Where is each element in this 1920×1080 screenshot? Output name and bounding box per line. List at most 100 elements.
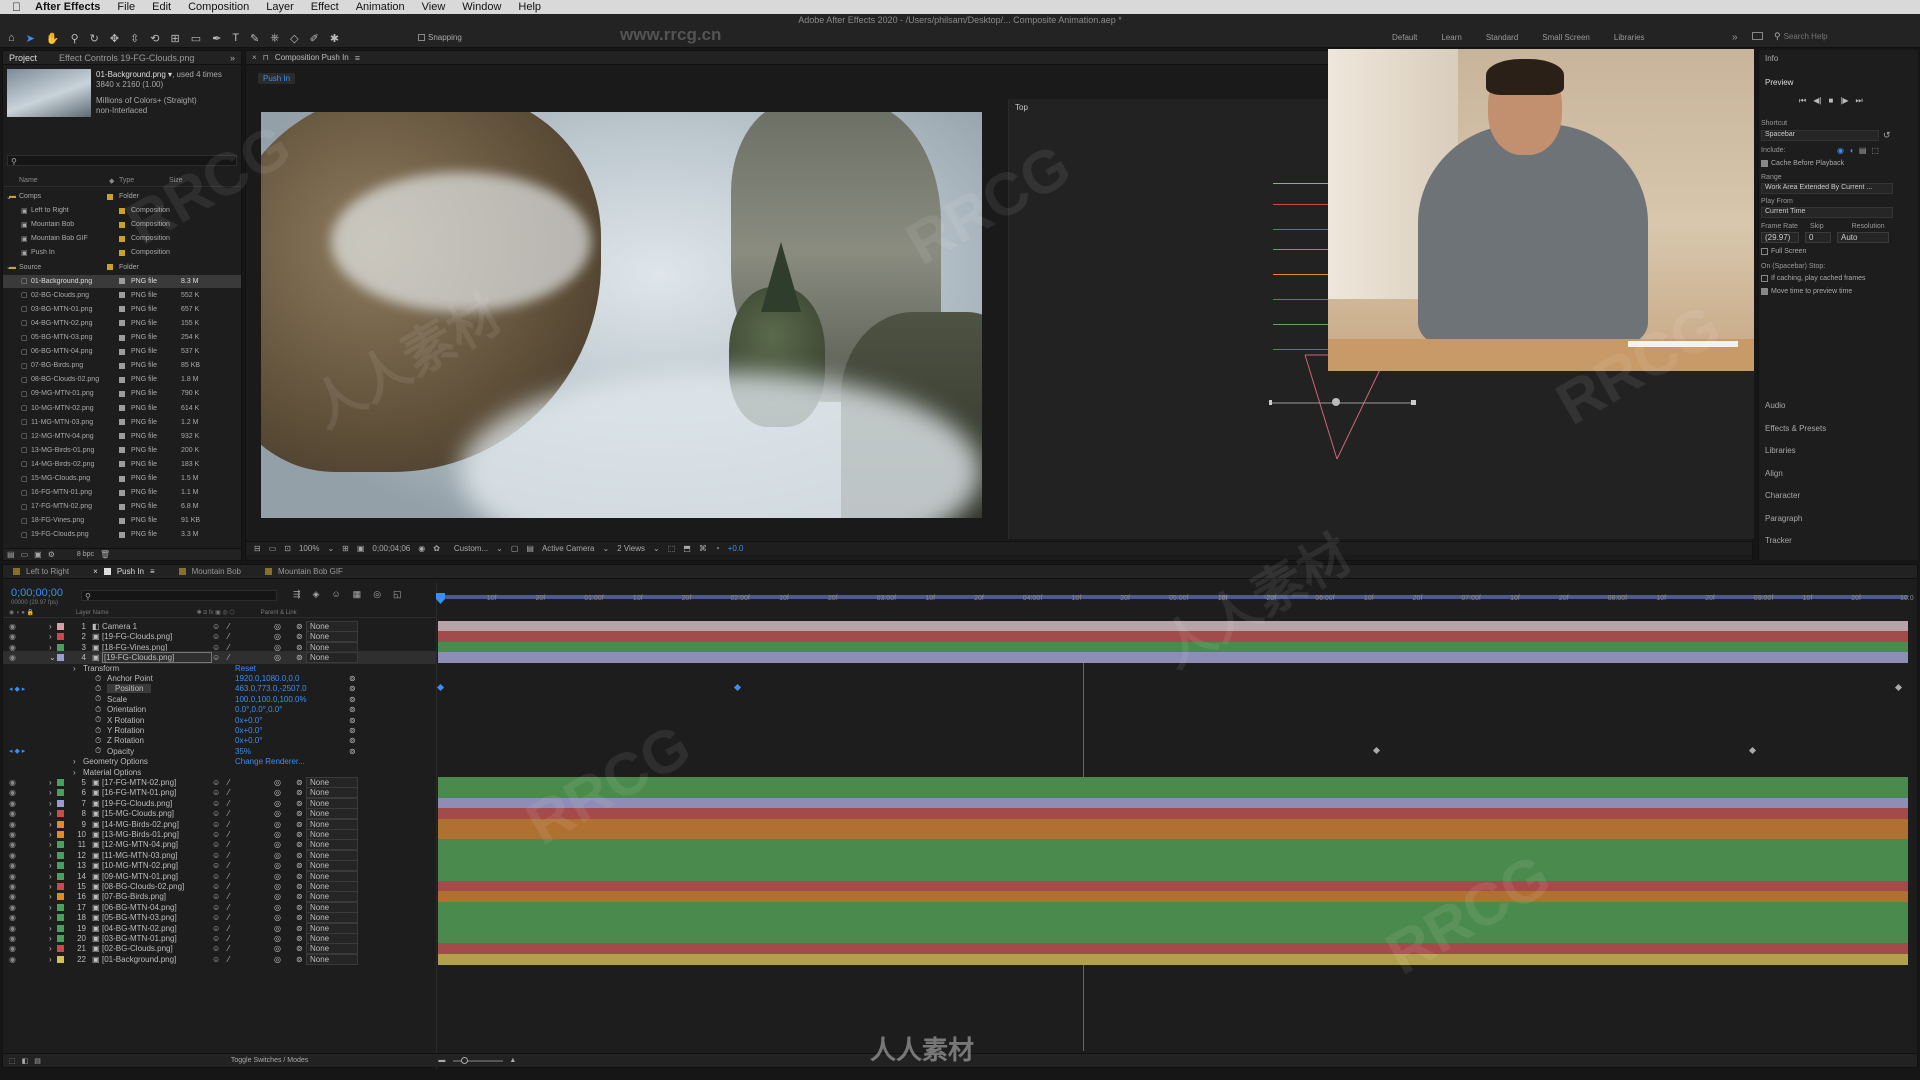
label-color[interactable] <box>119 447 125 454</box>
playhead-handle[interactable] <box>435 593 447 605</box>
keyframe[interactable] <box>733 684 742 692</box>
last-frame-icon[interactable]: ⏭ <box>1856 96 1863 106</box>
frame-blend-icon[interactable]: ▦ <box>353 589 362 600</box>
puppet-pin-icon[interactable]: ✱ <box>330 32 339 45</box>
next-frame-icon[interactable]: |▶ <box>1840 96 1848 106</box>
project-item[interactable]: ▢ 17-FG-MTN-02.png PNG file 6.8 M <box>3 500 241 513</box>
timeline-tab[interactable]: Left to Right <box>3 565 83 579</box>
layer-duration-bar[interactable] <box>438 641 1908 653</box>
project-item[interactable]: ▢ 01-Background.png PNG file 8.3 M <box>3 274 241 288</box>
label-color[interactable] <box>119 348 125 355</box>
menu-layer[interactable]: Layer <box>266 0 294 14</box>
label-color[interactable] <box>119 235 125 242</box>
time-ruler[interactable]: 0f10f20f01:00f10f20f02:00f10f20f03:00f10… <box>438 595 1914 607</box>
brush-tool-icon[interactable]: ✎ <box>250 32 259 45</box>
label-color[interactable] <box>119 278 125 285</box>
col-name[interactable]: Name <box>19 177 109 186</box>
snapshot-icon[interactable]: ◉ <box>418 544 425 553</box>
color-channel-icon[interactable]: ✿ <box>433 544 440 553</box>
col-size[interactable]: Size <box>169 177 183 186</box>
keyframe[interactable] <box>1372 746 1381 754</box>
resolution-select[interactable]: Auto <box>1837 232 1889 243</box>
menu-effect[interactable]: Effect <box>311 0 339 14</box>
project-item[interactable]: ▢ 16-FG-MTN-01.png PNG file 1.1 M <box>3 486 241 499</box>
zoom-out-icon[interactable]: ▬ <box>438 1057 445 1064</box>
panel-tracker[interactable]: Tracker <box>1765 536 1792 545</box>
layer-duration-bar[interactable] <box>438 943 1908 955</box>
label-color[interactable] <box>119 433 125 440</box>
interpret-footage-icon[interactable]: ▤ <box>7 550 15 559</box>
panel-toggle-icon[interactable] <box>1752 32 1763 40</box>
video-icon[interactable]: ◉ <box>1837 146 1844 155</box>
lock-icon[interactable]: ⊓ <box>263 53 269 62</box>
keyframe[interactable] <box>436 684 445 692</box>
workspace-libraries[interactable]: Libraries <box>1614 33 1645 42</box>
layer-duration-bar[interactable] <box>438 870 1908 882</box>
panel-paragraph[interactable]: Paragraph <box>1765 514 1802 523</box>
panel-effects-presets[interactable]: Effects & Presets <box>1765 424 1826 433</box>
flowchart-icon[interactable]: ⌘ <box>699 544 707 553</box>
project-item[interactable]: ▣ Push In Composition <box>3 246 241 259</box>
label-color[interactable] <box>119 503 125 510</box>
layer-duration-bar[interactable] <box>438 891 1908 903</box>
layer-controls-icon[interactable]: ⬚ <box>1871 146 1879 155</box>
roi-icon[interactable]: ▢ <box>511 544 519 553</box>
layer-duration-bar[interactable] <box>438 787 1908 799</box>
label-color[interactable] <box>119 362 125 369</box>
clone-stamp-icon[interactable]: ⎈ <box>270 32 279 45</box>
panel-menu-icon[interactable]: ≡ <box>150 567 155 576</box>
project-item[interactable]: ▣ Left to Right Composition <box>3 204 241 217</box>
motion-blur-icon[interactable]: ◎ <box>373 589 381 600</box>
layer-duration-bar[interactable] <box>438 797 1908 809</box>
label-color[interactable] <box>119 207 125 214</box>
panel-menu-icon[interactable]: ≡ <box>355 53 360 63</box>
timeline-timecode[interactable]: 0;00;00;00 <box>11 587 63 599</box>
asset-name[interactable]: 01-Background.png ▾ <box>96 70 172 79</box>
panel-libraries[interactable]: Libraries <box>1765 446 1796 455</box>
label-color[interactable] <box>119 334 125 341</box>
snapping-toggle[interactable]: Snapping <box>418 33 462 42</box>
grid-icon[interactable]: ⊞ <box>342 544 349 553</box>
trash-icon[interactable]: 🗑 <box>100 550 110 559</box>
shortcut-select[interactable]: Spacebar <box>1761 130 1879 141</box>
chevron-down-icon[interactable]: ⌄ <box>602 544 609 553</box>
transparency-icon[interactable]: ▣ <box>357 544 365 553</box>
layer-duration-bar[interactable] <box>438 818 1908 830</box>
label-color[interactable] <box>119 320 125 327</box>
graph-editor-icon[interactable]: ◱ <box>393 589 402 600</box>
if-caching-checkbox[interactable]: If caching, play cached frames <box>1761 275 1866 282</box>
cache-before-checkbox[interactable]: Cache Before Playback <box>1761 160 1844 167</box>
keyframe[interactable] <box>1894 684 1903 692</box>
expand-switches-icon[interactable]: ◧ <box>22 1057 29 1065</box>
region-icon[interactable]: ▭ <box>269 544 277 553</box>
project-item[interactable]: ▢ 04-BG-MTN-02.png PNG file 155 K <box>3 317 241 330</box>
first-frame-icon[interactable]: ⏮ <box>1799 96 1806 106</box>
layer-duration-bar[interactable] <box>438 777 1908 788</box>
zoom-tool-icon[interactable]: ⚲ <box>71 32 79 45</box>
chevron-down-icon[interactable]: ⌄ <box>496 544 503 553</box>
project-item[interactable]: ▢ 05-BG-MTN-03.png PNG file 254 K <box>3 331 241 344</box>
panel-audio[interactable]: Audio <box>1765 401 1785 410</box>
layer-duration-bar[interactable] <box>438 808 1908 820</box>
new-folder-icon[interactable]: ▭ <box>21 550 29 559</box>
rotate-tool-icon[interactable]: ⟲ <box>150 32 159 45</box>
layer-duration-bar[interactable] <box>438 849 1908 861</box>
camera-select[interactable]: Active Camera <box>542 544 594 553</box>
panel-overflow-icon[interactable]: » <box>230 53 235 63</box>
comp-viewer-canvas[interactable] <box>261 112 982 518</box>
dolly-camera-icon[interactable]: ⇳ <box>130 32 139 45</box>
project-item[interactable]: ▣ Mountain Bob GIF Composition <box>3 232 241 245</box>
audio-icon[interactable]: ◖ <box>1849 146 1854 155</box>
views-select[interactable]: 2 Views <box>617 544 645 553</box>
project-item[interactable]: ▢ 19-FG-Clouds.png PNG file 3.3 M <box>3 528 241 541</box>
workspace-small-screen[interactable]: Small Screen <box>1542 33 1590 42</box>
roto-brush-icon[interactable]: ✐ <box>310 32 319 45</box>
label-color[interactable] <box>119 517 125 524</box>
project-item[interactable]: ▢ 15-MG-Clouds.png PNG file 1.5 M <box>3 472 241 485</box>
col-parent[interactable]: Parent & Link <box>261 610 297 616</box>
project-item[interactable]: ⌄ ▬ Source Folder <box>3 261 241 274</box>
keyframe[interactable] <box>1748 746 1757 754</box>
move-time-checkbox[interactable]: Move time to preview time <box>1761 288 1852 295</box>
project-item[interactable]: ▢ 12-MG-MTN-04.png PNG file 932 K <box>3 430 241 443</box>
layer-duration-bar[interactable] <box>438 621 1908 632</box>
